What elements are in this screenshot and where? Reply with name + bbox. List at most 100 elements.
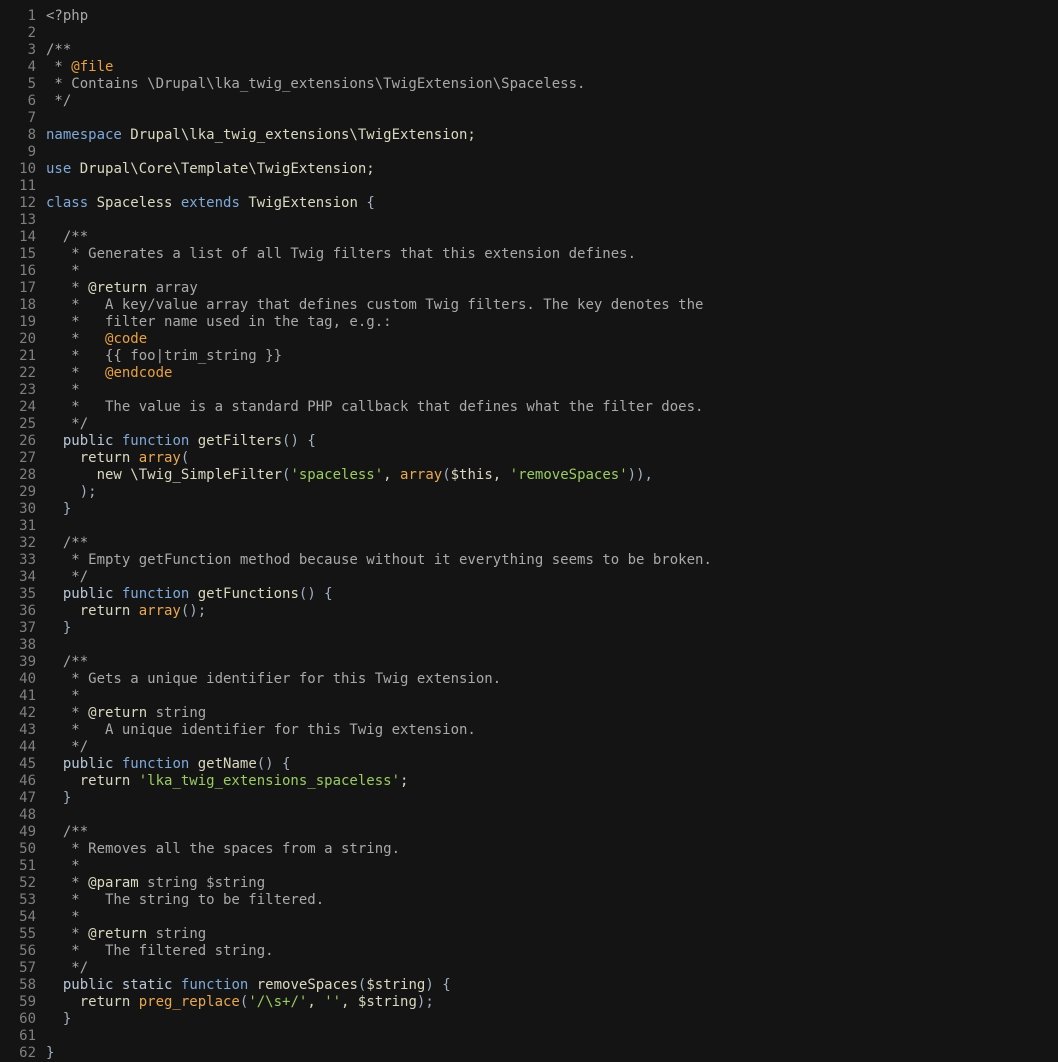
code-line[interactable]: 35 public function getFunctions() { — [0, 586, 1058, 603]
code-line[interactable]: 13 — [0, 212, 1058, 229]
code-line[interactable]: 22 * @endcode — [0, 365, 1058, 382]
code-line[interactable]: 14 /** — [0, 229, 1058, 246]
line-number: 8 — [27, 127, 36, 143]
code-line[interactable]: 38 — [0, 637, 1058, 654]
line-number: 9 — [27, 144, 36, 160]
line-number: 20 — [19, 331, 36, 347]
code-line[interactable]: 39 /** — [0, 654, 1058, 671]
code-text: */ — [46, 569, 1058, 586]
code-token: * Generates a list of all Twig filters t… — [46, 246, 637, 262]
code-line[interactable]: 36 return array(); — [0, 603, 1058, 620]
code-line[interactable]: 29 ); — [0, 484, 1058, 501]
code-line[interactable]: 25 */ — [0, 416, 1058, 433]
code-token: string — [147, 705, 207, 721]
line-number: 2 — [27, 25, 36, 41]
code-line[interactable]: 1 <?php — [0, 8, 1058, 25]
code-token: () { — [298, 586, 333, 602]
line-number: 32 — [19, 535, 36, 551]
code-line[interactable]: 59 return preg_replace('/\s+/', '', $str… — [0, 994, 1058, 1011]
code-line[interactable]: 49 /** — [0, 824, 1058, 841]
code-token: '/\s+/' — [248, 994, 308, 1010]
code-text: */ — [46, 960, 1058, 977]
code-line[interactable]: 55 * @return string — [0, 926, 1058, 943]
code-text: <?php — [46, 8, 1058, 25]
code-token: * The value is a standard PHP callback t… — [46, 399, 704, 415]
code-token: } — [46, 501, 72, 517]
code-line[interactable]: 18 * A key/value array that defines cust… — [0, 297, 1058, 314]
line-number: 48 — [19, 807, 36, 823]
code-text: * Generates a list of all Twig filters t… — [46, 246, 1058, 263]
code-line[interactable]: 4 * @file — [0, 59, 1058, 76]
code-line[interactable]: 43 * A unique identifier for this Twig e… — [0, 722, 1058, 739]
code-line[interactable]: 9 — [0, 144, 1058, 161]
code-line[interactable]: 42 * @return string — [0, 705, 1058, 722]
code-line[interactable]: 27 return array( — [0, 450, 1058, 467]
code-line[interactable]: 5 * Contains \Drupal\lka_twig_extensions… — [0, 76, 1058, 93]
code-line[interactable]: 54 * — [0, 909, 1058, 926]
code-line[interactable]: 23 * — [0, 382, 1058, 399]
code-line[interactable]: 62} — [0, 1045, 1058, 1062]
code-text: public function getFilters() { — [46, 433, 1058, 450]
code-line[interactable]: 15 * Generates a list of all Twig filter… — [0, 246, 1058, 263]
code-line[interactable]: 31 — [0, 518, 1058, 535]
code-line[interactable]: 24 * The value is a standard PHP callbac… — [0, 399, 1058, 416]
code-line[interactable]: 17 * @return array — [0, 280, 1058, 297]
code-token: @endcode — [105, 365, 173, 381]
code-token: @return — [88, 280, 148, 296]
code-line[interactable]: 30 } — [0, 501, 1058, 518]
code-line[interactable]: 10 use Drupal\Core\Template\TwigExtension… — [0, 161, 1058, 178]
code-token: $string — [357, 994, 417, 1010]
code-line[interactable]: 7 — [0, 110, 1058, 127]
code-token: * Removes all the spaces from a string. — [46, 841, 401, 857]
code-token: * — [46, 331, 106, 347]
code-text: ); — [46, 484, 1058, 501]
code-line[interactable]: 8 namespace Drupal\lka_twig_extensions\Tw… — [0, 127, 1058, 144]
code-line[interactable]: 20 * @code — [0, 331, 1058, 348]
code-line[interactable]: 2 — [0, 25, 1058, 42]
code-token: * — [46, 59, 72, 75]
code-line[interactable]: 11 — [0, 178, 1058, 195]
code-line[interactable]: 34 */ — [0, 569, 1058, 586]
code-line[interactable]: 32 /** — [0, 535, 1058, 552]
code-line[interactable]: 37 } — [0, 620, 1058, 637]
code-line[interactable]: 41 * — [0, 688, 1058, 705]
code-text: return preg_replace('/\s+/', '', $string… — [46, 994, 1058, 1011]
code-token: /** — [46, 535, 89, 551]
code-line[interactable]: 33 * Empty getFunction method because wi… — [0, 552, 1058, 569]
code-text: return array(); — [46, 603, 1058, 620]
code-token: 'removeSpaces' — [509, 467, 628, 483]
code-line[interactable]: 19 * filter name used in the tag, e.g.: — [0, 314, 1058, 331]
line-number: 34 — [19, 569, 36, 585]
code-line[interactable]: 50 * Removes all the spaces from a strin… — [0, 841, 1058, 858]
code-token: , — [492, 467, 510, 483]
code-line[interactable]: 40 * Gets a unique identifier for this T… — [0, 671, 1058, 688]
code-line[interactable]: 21 * {{ foo|trim_string }} — [0, 348, 1058, 365]
code-editor[interactable]: 1 <?php 2 3/** 4 * @file 5 * Contains \Drupal… — [0, 8, 1058, 1062]
code-token: { — [366, 195, 375, 211]
code-text: use Drupal\Core\Template\TwigExtension; — [46, 161, 1058, 178]
code-line[interactable]: 48 — [0, 807, 1058, 824]
code-line[interactable]: 16 * — [0, 263, 1058, 280]
code-line[interactable]: 60 } — [0, 1011, 1058, 1028]
code-line[interactable]: 46 return 'lka_twig_extensions_spaceless… — [0, 773, 1058, 790]
code-line[interactable]: 26 public function getFilters() { — [0, 433, 1058, 450]
code-line[interactable]: 58 public static function removeSpaces($… — [0, 977, 1058, 994]
code-token: /** — [46, 229, 89, 245]
code-line[interactable]: 6 */ — [0, 93, 1058, 110]
code-line[interactable]: 51 * — [0, 858, 1058, 875]
code-line[interactable]: 53 * The string to be filtered. — [0, 892, 1058, 909]
code-line[interactable]: 12 class Spaceless extends TwigExtension … — [0, 195, 1058, 212]
code-line[interactable]: 56 * The filtered string. — [0, 943, 1058, 960]
code-line[interactable]: 44 */ — [0, 739, 1058, 756]
code-token: function — [121, 586, 190, 602]
code-line[interactable]: 61 — [0, 1028, 1058, 1045]
code-line[interactable]: 45 public function getName() { — [0, 756, 1058, 773]
code-line[interactable]: 28 new \Twig_SimpleFilter ('spaceless', a… — [0, 467, 1058, 484]
code-line[interactable]: 3 /** — [0, 42, 1058, 59]
code-line[interactable]: 52 * @param string $string — [0, 875, 1058, 892]
code-line[interactable]: 47 } — [0, 790, 1058, 807]
code-token: Spaceless — [88, 195, 181, 211]
code-line[interactable]: 57 */ — [0, 960, 1058, 977]
line-number: 21 — [19, 348, 36, 364]
